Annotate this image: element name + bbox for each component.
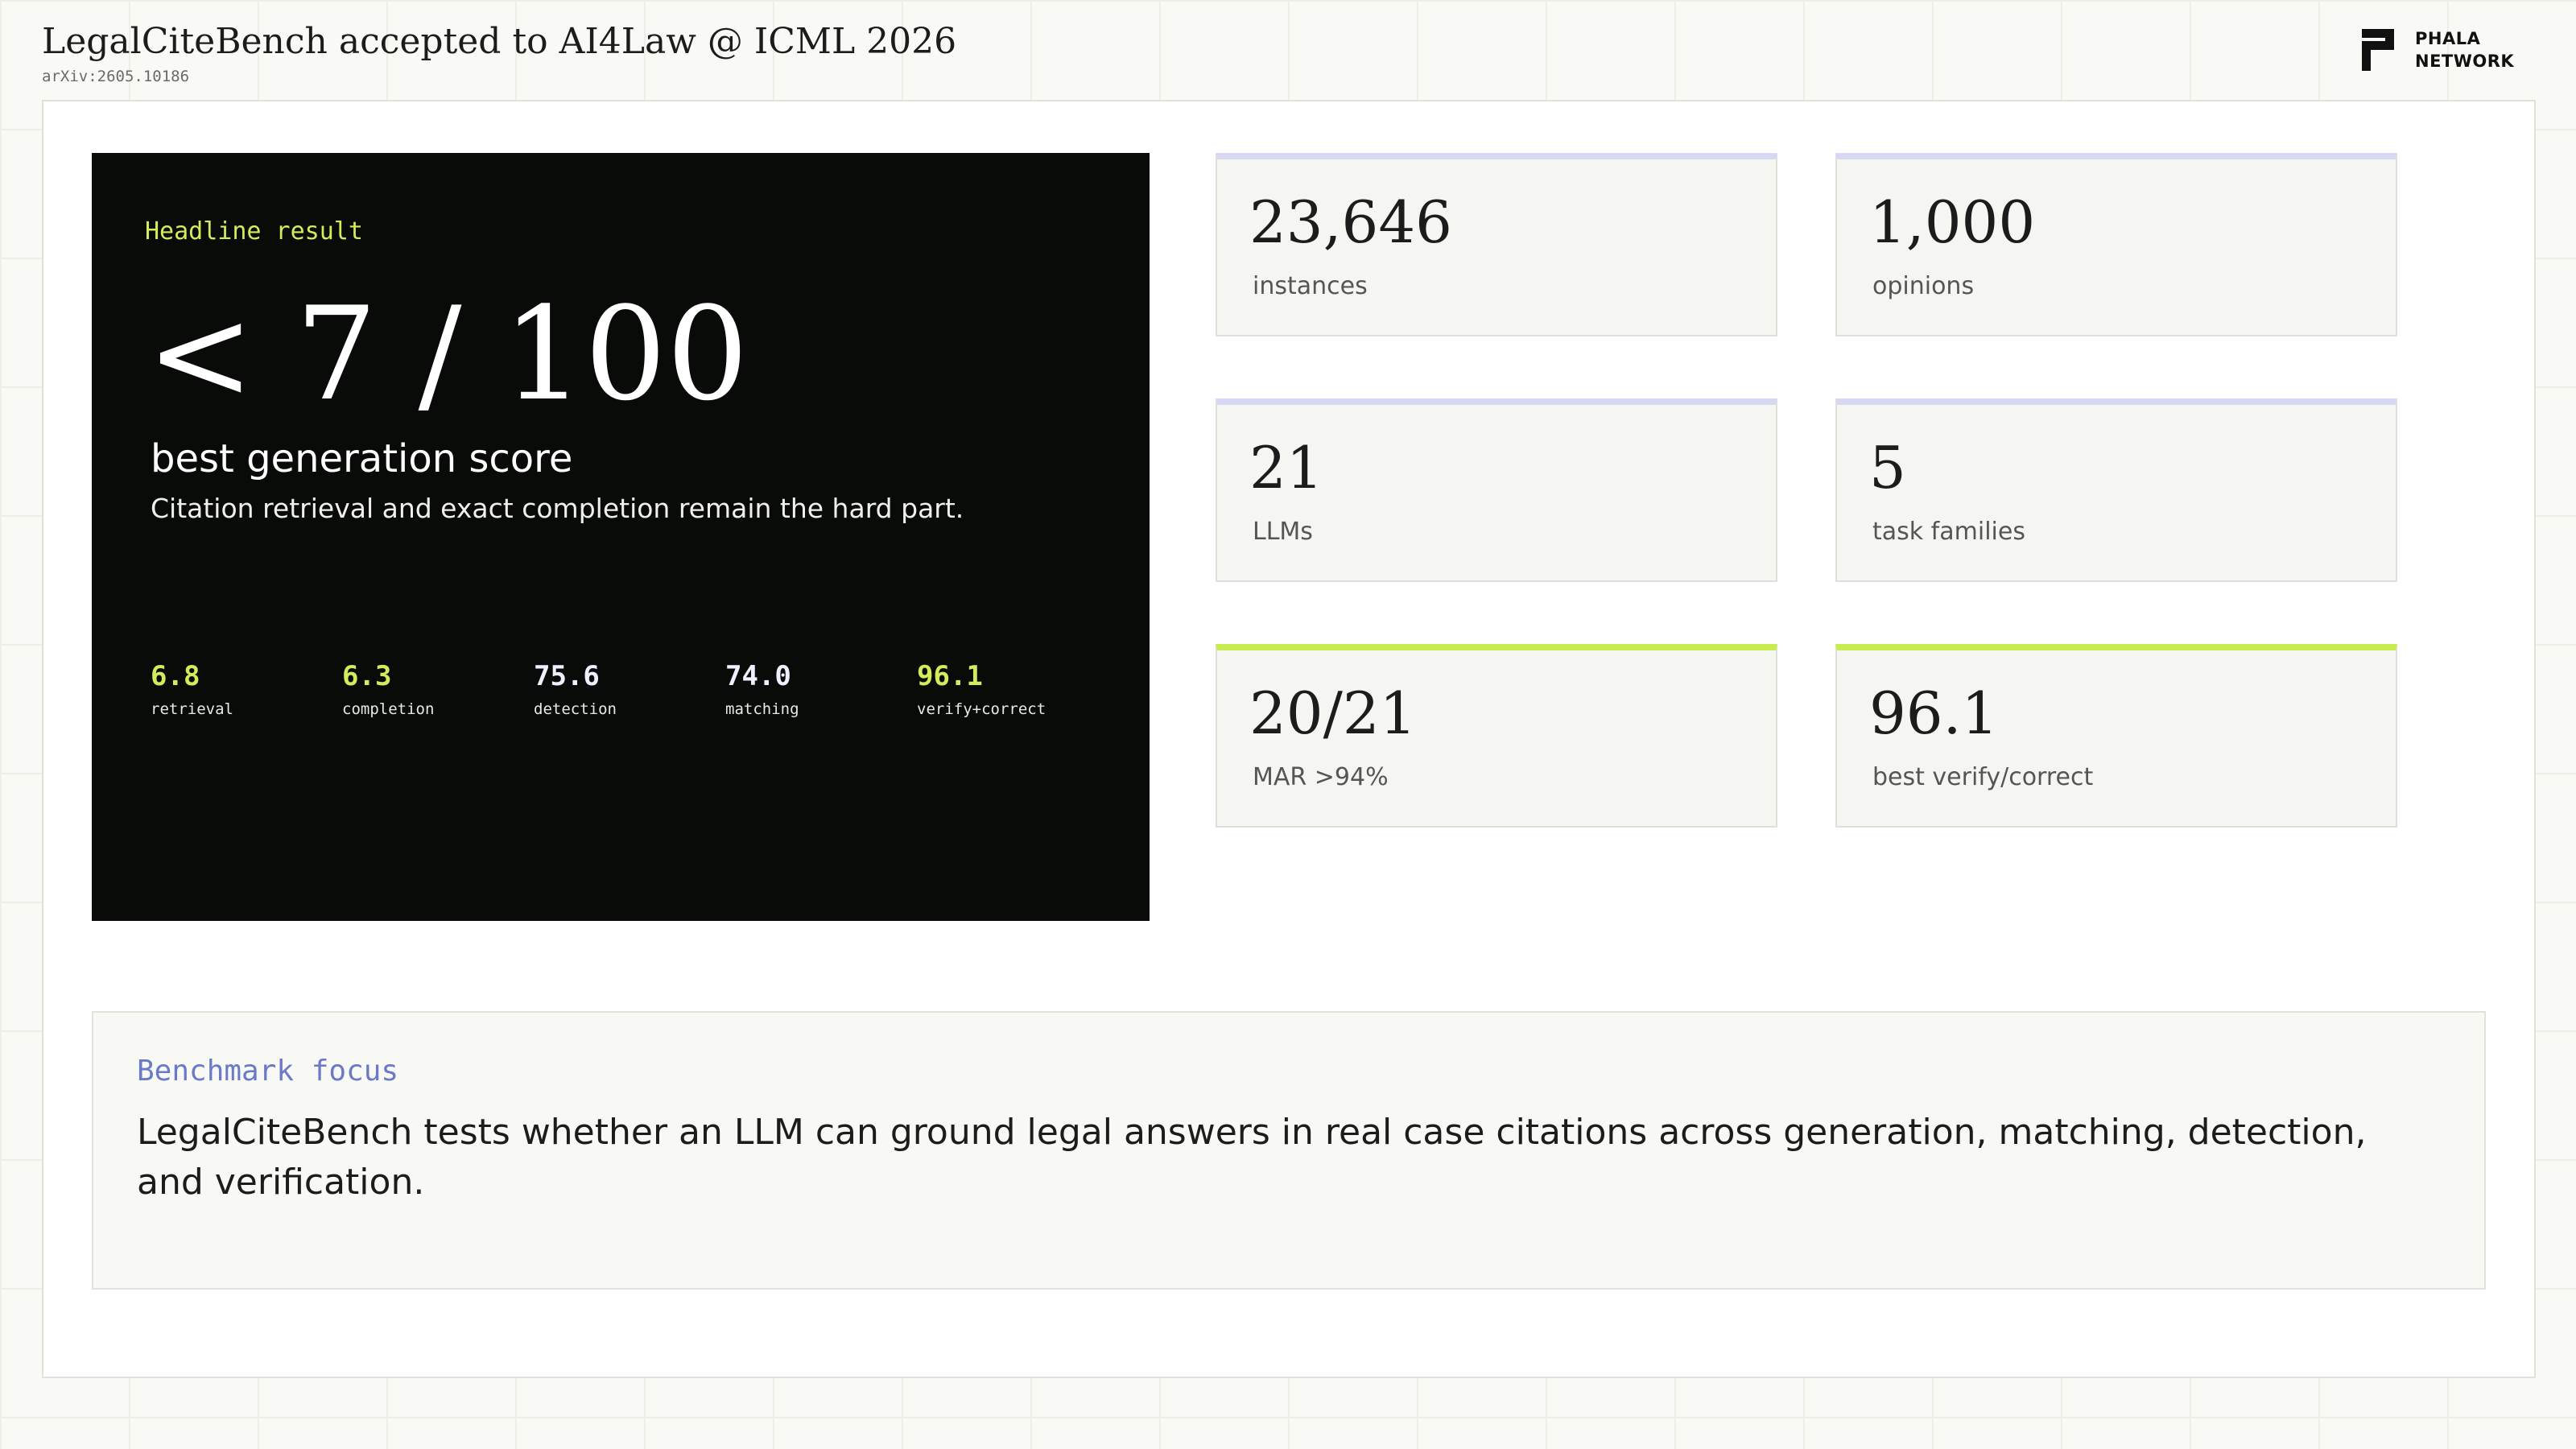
stat-label: instances: [1253, 272, 1368, 300]
stat-label: MAR >94%: [1253, 763, 1389, 791]
logo-line-2: NETWORK: [2415, 52, 2515, 71]
stat-value: 5: [1869, 434, 1906, 502]
logo-line-1: PHALA: [2415, 29, 2481, 48]
stat-card-best-verify-correct: 96.1 best verify/correct: [1835, 644, 2397, 828]
stat-card-llms: 21 LLMs: [1216, 398, 1777, 582]
task-metrics: 6.8 retrieval 6.3 completion 75.6 detect…: [151, 660, 1108, 718]
metric-label: retrieval: [151, 700, 233, 718]
stat-value: 96.1: [1869, 679, 1999, 747]
metric-value: 75.6: [534, 660, 600, 692]
stat-label: best verify/correct: [1872, 763, 2094, 791]
metric-matching: 74.0 matching: [725, 660, 917, 718]
headline-card: Headline result < 7 / 100 best generatio…: [92, 153, 1150, 921]
benchmark-focus-label: Benchmark focus: [137, 1055, 399, 1088]
metric-verify-correct: 96.1 verify+correct: [917, 660, 1108, 718]
metric-completion: 6.3 completion: [342, 660, 534, 718]
slide: { "header": { "title": "LegalCiteBench a…: [0, 0, 2576, 1449]
metric-value: 74.0: [725, 660, 791, 692]
stat-label: LLMs: [1253, 518, 1313, 546]
stat-card-opinions: 1,000 opinions: [1835, 153, 2397, 336]
logo-wordmark: PHALA NETWORK: [2415, 27, 2514, 72]
headline-eyebrow: Headline result: [145, 217, 363, 246]
slide-title: LegalCiteBench accepted to AI4Law @ ICML…: [42, 21, 957, 62]
metric-retrieval: 6.8 retrieval: [151, 660, 342, 718]
metric-value: 6.3: [342, 660, 392, 692]
stat-label: task families: [1872, 518, 2025, 546]
metric-label: detection: [534, 700, 617, 718]
phala-logo-icon: [2362, 29, 2394, 71]
stat-value: 23,646: [1249, 188, 1452, 256]
metric-label: verify+correct: [917, 700, 1046, 718]
metric-detection: 75.6 detection: [534, 660, 725, 718]
stat-card-mar: 20/21 MAR >94%: [1216, 644, 1777, 828]
metric-label: completion: [342, 700, 435, 718]
stat-label: opinions: [1872, 272, 1975, 300]
metric-label: matching: [725, 700, 799, 718]
metric-value: 6.8: [151, 660, 200, 692]
metric-value: 96.1: [917, 660, 983, 692]
content-panel: Headline result < 7 / 100 best generatio…: [42, 100, 2536, 1378]
benchmark-focus-text: LegalCiteBench tests whether an LLM can …: [137, 1112, 2367, 1203]
headline-subtitle: best generation score: [151, 436, 573, 481]
stat-value: 21: [1249, 434, 1323, 502]
arxiv-id: arXiv:2605.10186: [42, 68, 190, 85]
benchmark-focus-card: Benchmark focus LegalCiteBench tests whe…: [92, 1011, 2486, 1290]
stat-value: 20/21: [1249, 679, 1417, 747]
stat-card-task-families: 5 task families: [1835, 398, 2397, 582]
stat-value: 1,000: [1869, 188, 2036, 256]
headline-description: Citation retrieval and exact completion …: [151, 493, 964, 524]
stat-card-instances: 23,646 instances: [1216, 153, 1777, 336]
phala-network-logo: PHALA NETWORK: [2362, 27, 2514, 72]
headline-score: < 7 / 100: [147, 279, 749, 429]
